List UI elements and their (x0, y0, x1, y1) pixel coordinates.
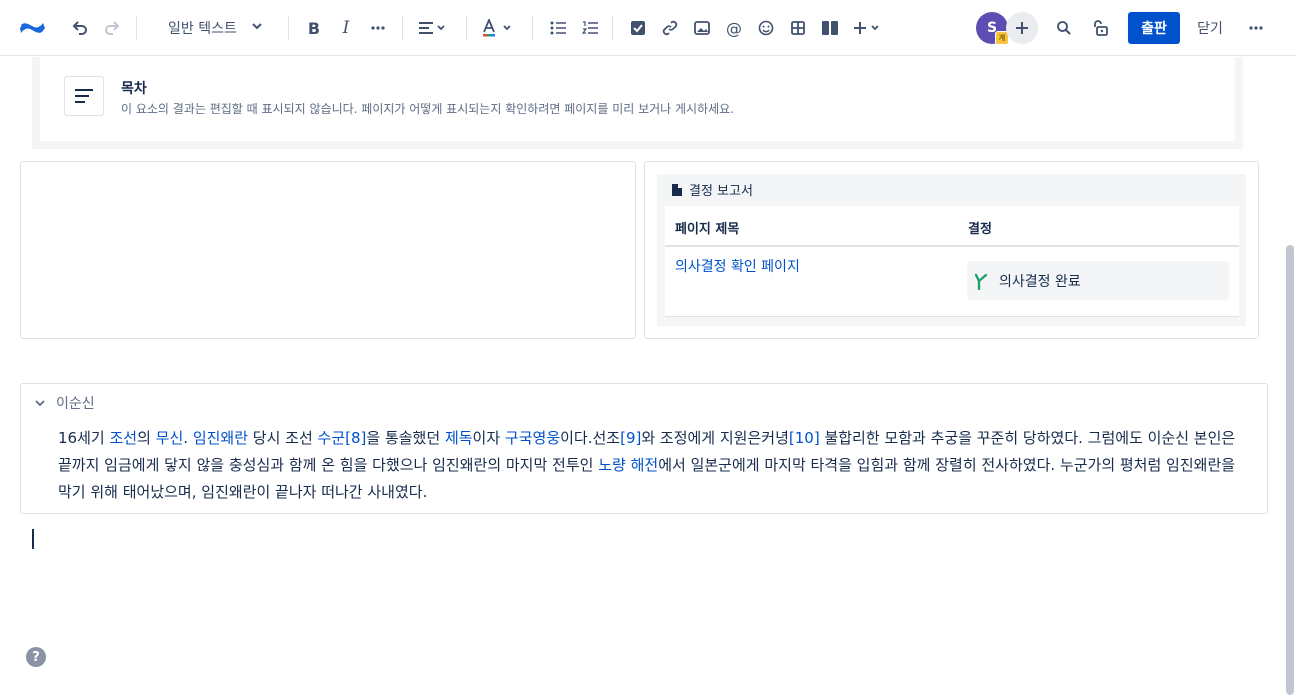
help-icon[interactable]: ? (26, 647, 46, 667)
layout-column-left[interactable] (20, 161, 636, 339)
inline-link[interactable]: 제독 (445, 429, 473, 447)
body-text-segment: 이자 (472, 429, 505, 447)
toolbar-divider (532, 16, 533, 40)
inline-link[interactable]: [9] (620, 429, 641, 447)
expand-toggle[interactable]: 이순신 (34, 393, 95, 413)
chevron-down-icon (35, 400, 45, 407)
document-icon (672, 183, 682, 196)
body-text-segment: 의 (137, 429, 156, 447)
chevron-down-icon (251, 20, 263, 36)
close-button[interactable]: 닫기 (1188, 12, 1232, 44)
italic-icon[interactable]: I (332, 14, 360, 42)
toolbar-divider (466, 16, 467, 40)
bold-icon[interactable]: B (300, 14, 328, 42)
inline-link[interactable]: [8] (345, 429, 366, 447)
table-of-contents-icon (64, 76, 104, 116)
confluence-logo-icon[interactable] (18, 14, 46, 42)
toolbar-divider (402, 16, 403, 40)
mention-icon[interactable]: @ (720, 14, 748, 42)
inline-link[interactable]: 노량 해전 (598, 456, 658, 474)
publish-button[interactable]: 출판 (1128, 12, 1180, 44)
inline-link[interactable]: 조선 (109, 429, 137, 447)
decision-status-chip: 의사결정 완료 (967, 261, 1229, 300)
more-options-icon[interactable] (1242, 14, 1270, 42)
task-checkbox-icon[interactable] (624, 14, 652, 42)
scrollbar[interactable] (1286, 245, 1294, 695)
decision-branch-icon (975, 273, 988, 290)
inline-link[interactable]: 임진왜란 (193, 429, 248, 447)
text-style-label: 일반 텍스트 (168, 21, 237, 37)
body-text-segment: 와 조정에게 지원은커녕 (641, 429, 789, 447)
redo-icon[interactable] (98, 14, 126, 42)
bullet-list-icon[interactable] (544, 14, 572, 42)
toolbar-divider (136, 16, 137, 40)
toc-title: 목차 (121, 81, 147, 97)
toc-macro-body (40, 57, 1235, 141)
inline-link[interactable]: 무신 (156, 429, 184, 447)
text-style-dropdown[interactable]: 일반 텍스트 (160, 14, 272, 42)
search-icon[interactable] (1050, 14, 1078, 42)
expand-body-text: 16세기 조선의 무신. 임진왜란 당시 조선 수군[8]을 통솔했던 제독이자… (58, 425, 1244, 506)
layout-columns-icon[interactable] (816, 14, 844, 42)
alignment-icon[interactable] (414, 14, 452, 42)
toc-description: 이 요소의 결과는 편집할 때 표시되지 않습니다. 페이지가 어떻게 표시되는… (121, 102, 735, 116)
body-text-segment: 16세기 (58, 429, 110, 447)
decision-report-header: 결정 보고서 (671, 180, 753, 199)
numbered-list-icon[interactable] (576, 14, 604, 42)
toolbar-divider (288, 16, 289, 40)
editor-toolbar: 일반 텍스트 B I @ S 게 출판 닫기 (0, 0, 1296, 56)
decision-page-link[interactable]: 의사결정 확인 페이지 (675, 256, 800, 276)
invite-button[interactable] (1006, 12, 1038, 44)
column-header-decision: 결정 (968, 222, 992, 237)
body-text-segment: 이다.선조 (560, 429, 621, 447)
inline-link[interactable]: 수군 (318, 429, 346, 447)
column-header-page-title: 페이지 제목 (675, 222, 740, 237)
inline-link[interactable]: [10] (789, 429, 820, 447)
inline-link[interactable]: 구국영웅 (505, 429, 560, 447)
image-icon[interactable] (688, 14, 716, 42)
more-formatting-icon[interactable] (364, 14, 392, 42)
decision-report-title: 결정 보고서 (689, 184, 753, 199)
emoji-icon[interactable] (752, 14, 780, 42)
text-cursor (32, 529, 34, 549)
table-header-divider (665, 245, 1239, 247)
unlock-icon[interactable] (1086, 14, 1114, 42)
expand-title: 이순신 (56, 396, 95, 412)
link-icon[interactable] (656, 14, 684, 42)
body-text-segment: 당시 조선 (248, 429, 318, 447)
toolbar-divider (612, 16, 613, 40)
plus-icon (1016, 22, 1028, 34)
undo-icon[interactable] (66, 14, 94, 42)
insert-more-icon[interactable] (850, 14, 886, 42)
text-color-icon[interactable] (478, 14, 518, 42)
decision-status-label: 의사결정 완료 (999, 273, 1081, 290)
body-text-segment: 을 통솔했던 (366, 429, 445, 447)
table-icon[interactable] (784, 14, 812, 42)
body-text-segment: . (183, 429, 193, 447)
